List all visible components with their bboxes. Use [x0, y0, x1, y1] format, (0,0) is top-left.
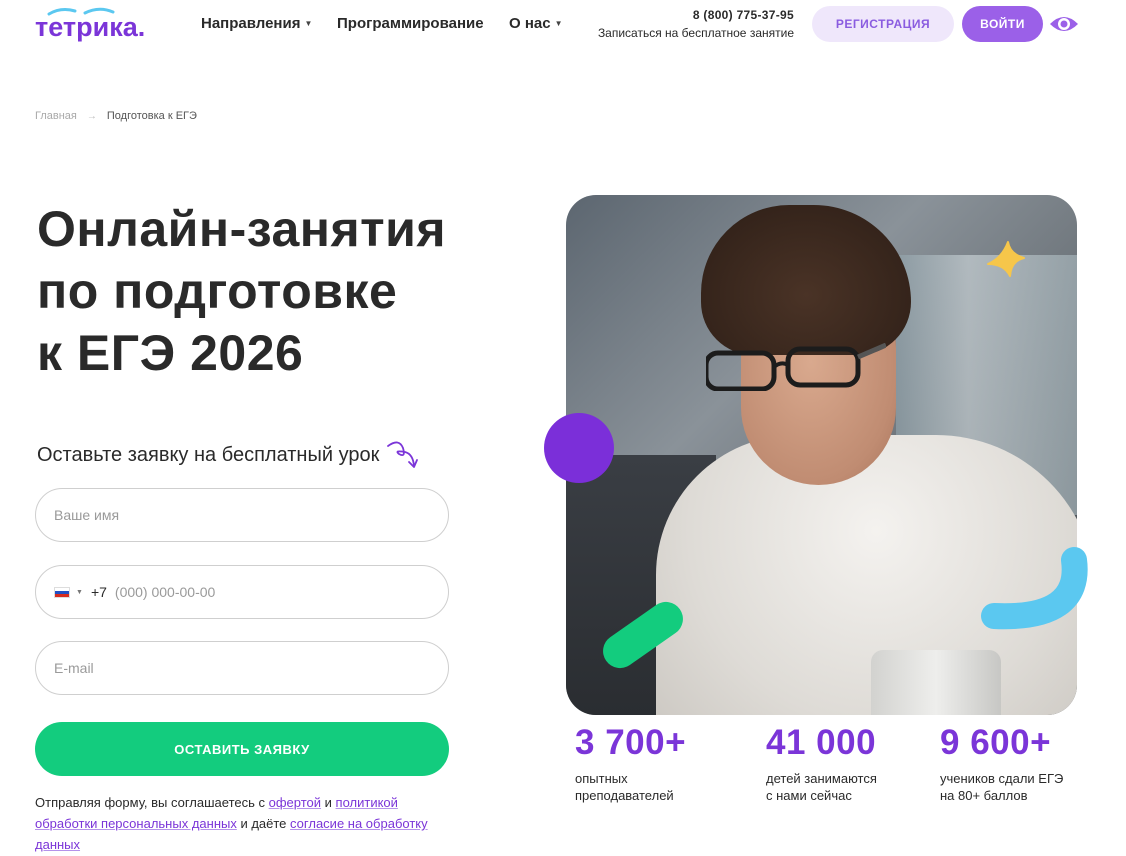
chevron-down-icon: ▼ — [304, 19, 313, 28]
photo-mug — [871, 650, 1001, 715]
header-contact: 8 (800) 775-37-95 Записаться на бесплатн… — [598, 8, 794, 40]
stat-label-line: на 80+ баллов — [940, 788, 1028, 803]
chevron-down-icon: ▼ — [554, 19, 563, 28]
stat-high-scores: 9 600+ учеников сдали ЕГЭ на 80+ баллов — [940, 722, 1100, 804]
eye-icon[interactable] — [1049, 13, 1079, 35]
arrow-right-icon: → — [86, 110, 97, 122]
name-input[interactable]: Ваше имя — [35, 488, 449, 542]
stat-value: 9 600+ — [940, 723, 1052, 762]
breadcrumb-home[interactable]: Главная — [35, 110, 77, 122]
nav-directions[interactable]: Направления ▼ — [201, 15, 312, 32]
submit-application-button[interactable]: ОСТАВИТЬ ЗАЯВКУ — [35, 722, 449, 776]
stat-label: опытных преподавателей — [575, 770, 735, 804]
form-caption: Оставьте заявку на бесплатный урок — [37, 440, 419, 470]
svg-text:тетрика.: тетрика. — [35, 12, 145, 42]
nav-programming[interactable]: Программирование — [337, 15, 484, 32]
nav-about[interactable]: О нас ▼ — [509, 15, 563, 32]
stat-value: 41 000 — [766, 723, 877, 762]
email-placeholder: E-mail — [54, 660, 94, 676]
form-caption-text: Оставьте заявку на бесплатный урок — [37, 443, 380, 466]
decorative-circle — [544, 413, 614, 483]
nav-about-label: О нас — [509, 15, 551, 32]
stat-label: учеников сдали ЕГЭ на 80+ баллов — [940, 770, 1100, 804]
nav-programming-label: Программирование — [337, 15, 484, 32]
login-button[interactable]: ВОЙТИ — [962, 6, 1043, 42]
legal-text-1: Отправляя форму, вы соглашаетесь с — [35, 795, 269, 810]
email-input[interactable]: E-mail — [35, 641, 449, 695]
register-button[interactable]: РЕГИСТРАЦИЯ — [812, 6, 954, 42]
stat-value: 3 700+ — [575, 723, 687, 762]
breadcrumb-current: Подготовка к ЕГЭ — [106, 110, 197, 122]
stat-label-line: с нами сейчас — [766, 788, 852, 803]
stat-students: 41 000 детей занимаются с нами сейчас — [766, 722, 926, 804]
title-line-2: по подготовке — [37, 263, 398, 319]
chevron-down-icon[interactable]: ▼ — [76, 589, 83, 596]
page-title: Онлайн-занятия по подготовке к ЕГЭ 2026 — [37, 198, 517, 384]
photo-hair — [701, 205, 911, 355]
free-lesson-link[interactable]: Записаться на бесплатное занятие — [598, 26, 794, 40]
stat-label: детей занимаются с нами сейчас — [766, 770, 926, 804]
stat-teachers: 3 700+ опытных преподавателей — [575, 722, 735, 804]
phone-input[interactable]: ▼ +7 (000) 000-00-00 — [35, 565, 449, 619]
legal-text-2: и — [321, 795, 336, 810]
phone-number[interactable]: 8 (800) 775-37-95 — [598, 8, 794, 22]
site-header: тетрика. Направления ▼ Программирование … — [0, 0, 1126, 50]
breadcrumb: Главная → Подготовка к ЕГЭ — [35, 110, 197, 122]
stat-label-line: учеников сдали ЕГЭ — [940, 771, 1064, 786]
offer-link[interactable]: офертой — [269, 795, 321, 810]
name-placeholder: Ваше имя — [54, 507, 120, 523]
star-icon — [987, 241, 1025, 277]
decorative-arc — [981, 547, 1088, 630]
stat-label-line: преподавателей — [575, 788, 674, 803]
stat-label-line: опытных — [575, 771, 628, 786]
phone-placeholder: (000) 000-00-00 — [114, 584, 216, 600]
nav-directions-label: Направления — [201, 15, 301, 32]
curved-arrow-icon — [387, 441, 419, 468]
legal-text-3: и даёте — [236, 816, 291, 831]
russia-flag-icon[interactable] — [54, 586, 70, 598]
title-line-1: Онлайн-занятия — [37, 201, 447, 257]
stat-label-line: детей занимаются — [766, 771, 877, 786]
phone-prefix: +7 — [90, 584, 107, 600]
legal-consent-text: Отправляя форму, вы соглашаетесь с оферт… — [35, 792, 455, 855]
photo-glasses — [706, 343, 886, 391]
tetrika-logo[interactable]: тетрика. — [35, 6, 160, 42]
title-line-3: к ЕГЭ 2026 — [37, 325, 304, 381]
